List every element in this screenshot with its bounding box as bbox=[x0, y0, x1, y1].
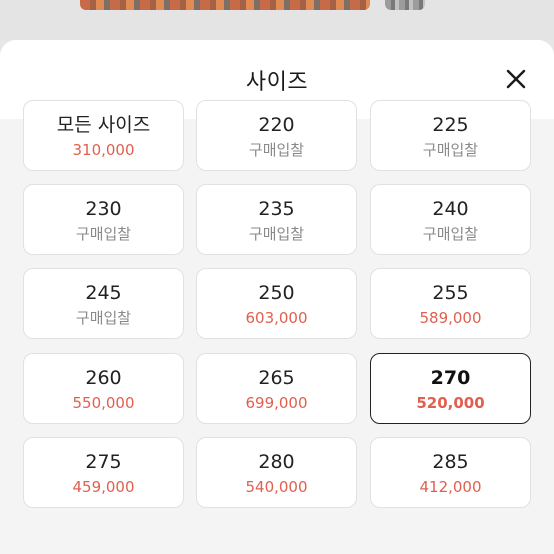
bid-label: 구매입찰 bbox=[248, 141, 305, 159]
size-price: 699,000 bbox=[245, 394, 308, 412]
sheet-title: 사이즈 bbox=[245, 70, 309, 95]
size-option-265[interactable]: 265 699,000 bbox=[196, 353, 357, 424]
size-option-285[interactable]: 285 412,000 bbox=[370, 437, 531, 508]
close-button[interactable] bbox=[504, 67, 528, 91]
size-option-245[interactable]: 245 구매입찰 bbox=[23, 268, 184, 339]
size-option-255[interactable]: 255 589,000 bbox=[370, 268, 531, 339]
size-label: 280 bbox=[258, 451, 295, 473]
product-image-strip-2 bbox=[385, 0, 425, 10]
size-label: 245 bbox=[85, 282, 122, 304]
size-label: 265 bbox=[258, 367, 295, 389]
size-label: 225 bbox=[432, 114, 469, 136]
size-price: 310,000 bbox=[72, 141, 135, 159]
size-label: 255 bbox=[432, 282, 469, 304]
size-option-225[interactable]: 225 구매입찰 bbox=[370, 100, 531, 171]
bid-label: 구매입찰 bbox=[422, 225, 479, 243]
bid-label: 구매입찰 bbox=[422, 141, 479, 159]
size-price: 603,000 bbox=[245, 309, 308, 327]
size-price: 520,000 bbox=[416, 394, 485, 412]
size-label: 285 bbox=[432, 451, 469, 473]
size-label: 230 bbox=[85, 198, 122, 220]
size-option-all[interactable]: 모든 사이즈 310,000 bbox=[23, 100, 184, 171]
size-price: 589,000 bbox=[419, 309, 482, 327]
size-option-260[interactable]: 260 550,000 bbox=[23, 353, 184, 424]
size-option-240[interactable]: 240 구매입찰 bbox=[370, 184, 531, 255]
bid-label: 구매입찰 bbox=[248, 225, 305, 243]
size-label: 모든 사이즈 bbox=[56, 114, 151, 136]
backdrop-product-image bbox=[0, 0, 554, 40]
size-label: 250 bbox=[258, 282, 295, 304]
size-option-230[interactable]: 230 구매입찰 bbox=[23, 184, 184, 255]
close-icon bbox=[506, 69, 526, 89]
bid-label: 구매입찰 bbox=[75, 309, 132, 327]
size-label: 260 bbox=[85, 367, 122, 389]
size-price: 550,000 bbox=[72, 394, 135, 412]
size-label: 240 bbox=[432, 198, 469, 220]
size-label: 275 bbox=[85, 451, 122, 473]
size-option-235[interactable]: 235 구매입찰 bbox=[196, 184, 357, 255]
size-label: 235 bbox=[258, 198, 295, 220]
size-price: 412,000 bbox=[419, 478, 482, 496]
size-label: 220 bbox=[258, 114, 295, 136]
size-option-250[interactable]: 250 603,000 bbox=[196, 268, 357, 339]
size-option-280[interactable]: 280 540,000 bbox=[196, 437, 357, 508]
size-option-220[interactable]: 220 구매입찰 bbox=[196, 100, 357, 171]
size-option-275[interactable]: 275 459,000 bbox=[23, 437, 184, 508]
product-image-strip bbox=[80, 0, 370, 10]
size-price: 540,000 bbox=[245, 478, 308, 496]
size-option-270[interactable]: 270 520,000 bbox=[370, 353, 531, 424]
bid-label: 구매입찰 bbox=[75, 225, 132, 243]
size-price: 459,000 bbox=[72, 478, 135, 496]
size-label: 270 bbox=[430, 367, 471, 389]
